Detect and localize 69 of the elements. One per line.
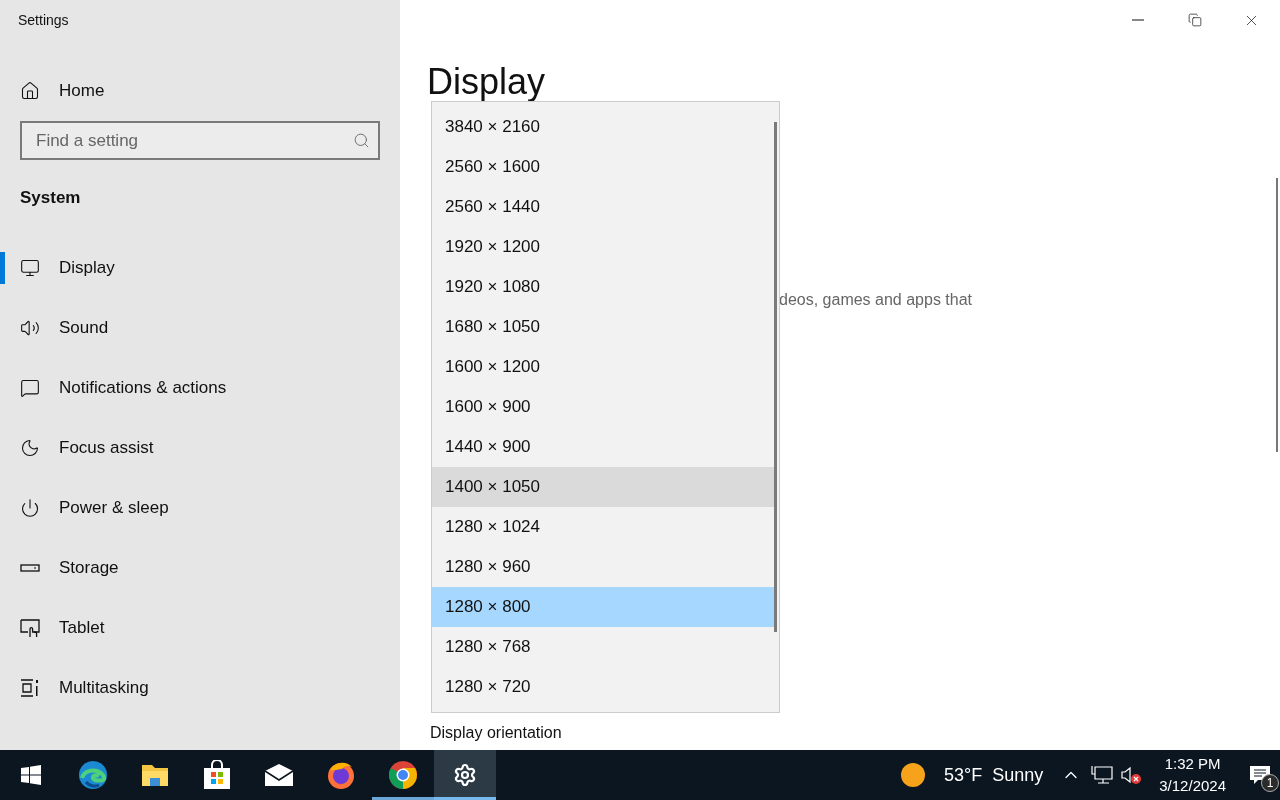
resolution-option[interactable]: 2560 × 1440 (432, 187, 775, 227)
network-icon[interactable] (1091, 765, 1114, 785)
home-icon (20, 81, 40, 101)
shopping-bag-icon (203, 760, 231, 790)
nav-label: Multitasking (59, 678, 149, 698)
sidebar-item[interactable]: Sound (0, 298, 400, 358)
temperature-text: 53°F (944, 764, 983, 786)
envelope-icon (264, 763, 294, 787)
nav-label: Power & sleep (59, 498, 169, 518)
folder-icon (141, 763, 169, 787)
muted-speaker-icon[interactable] (1121, 765, 1144, 785)
edge-icon (78, 760, 108, 790)
sidebar-item[interactable]: Storage (0, 538, 400, 598)
search-icon (353, 132, 370, 149)
firefox-icon (326, 760, 356, 790)
nav-label: Storage (59, 558, 119, 578)
resolution-option[interactable]: 1280 × 800 (432, 587, 775, 627)
resolution-option[interactable]: 1280 × 768 (432, 627, 775, 667)
sidebar-item[interactable]: Display (0, 238, 400, 298)
moon-icon (20, 438, 40, 458)
section-heading: System (19, 188, 82, 209)
settings-icon (453, 763, 477, 787)
sidebar-item[interactable]: Notifications & actions (0, 358, 400, 418)
resolution-option[interactable]: 1280 × 1024 (432, 507, 775, 547)
nav-label: Home (59, 81, 105, 101)
speaker-icon (20, 318, 40, 338)
page-title: Display (427, 64, 546, 100)
resolution-option[interactable]: 1440 × 900 (432, 427, 775, 467)
resolution-option[interactable]: 1600 × 1200 (432, 347, 775, 387)
resolution-option[interactable]: 1920 × 1200 (432, 227, 775, 267)
nav-label: Display (59, 258, 115, 278)
notification-count: 1 (1261, 774, 1279, 792)
nav-label: Sound (59, 318, 109, 338)
resolution-option[interactable]: 3840 × 2160 (432, 107, 775, 147)
resolution-option[interactable]: 1400 × 1050 (432, 467, 775, 507)
search-field[interactable]: Find a setting (20, 121, 380, 160)
window-title: Settings (17, 11, 70, 30)
monitor-icon (20, 258, 40, 278)
home-nav-item[interactable]: Home (0, 61, 400, 121)
description-text: deos, games and apps that (779, 291, 974, 309)
power-icon (20, 498, 40, 518)
chrome-icon (388, 760, 418, 790)
weather-condition-text: Sunny (992, 764, 1044, 786)
resolution-option[interactable]: 1280 × 720 (432, 667, 775, 707)
setting-label: Display orientation (430, 724, 563, 742)
nav-label: Focus assist (59, 438, 154, 458)
resolution-option[interactable]: 1600 × 900 (432, 387, 775, 427)
nav-label: Tablet (59, 618, 105, 638)
multitasking-icon (20, 678, 40, 698)
sun-icon (900, 762, 926, 788)
speech-bubble-icon (20, 378, 40, 398)
sidebar-item[interactable]: Focus assist (0, 418, 400, 478)
resolution-option[interactable]: 2560 × 1600 (432, 147, 775, 187)
minimize-icon (1131, 19, 1144, 21)
sidebar-item[interactable]: Tablet (0, 598, 400, 658)
restore-icon (1187, 13, 1202, 27)
clock-date[interactable]: 3/12/2024 (1159, 775, 1226, 797)
resolution-option[interactable]: 1280 × 960 (432, 547, 775, 587)
scrollbar-thumb[interactable] (774, 122, 777, 632)
nav-label: Notifications & actions (59, 378, 227, 398)
windows-logo-icon (21, 765, 41, 785)
tablet-touch-icon (20, 618, 40, 638)
sidebar-item[interactable]: Multitasking (0, 658, 400, 718)
taskbar-button[interactable] (434, 750, 496, 800)
sidebar-item[interactable]: Power & sleep (0, 478, 400, 538)
scrollbar-thumb[interactable] (1276, 178, 1278, 452)
resolution-option[interactable]: 1920 × 1080 (432, 267, 775, 307)
clock-time[interactable]: 1:32 PM (1164, 753, 1221, 775)
resolution-option[interactable]: 1680 × 1050 (432, 307, 775, 347)
